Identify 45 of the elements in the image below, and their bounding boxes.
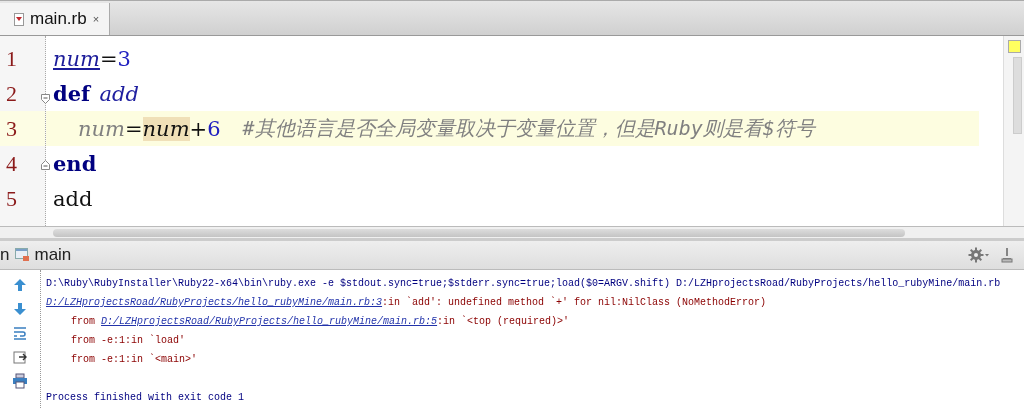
code-text: def xyxy=(53,81,91,106)
console-text: Process finished with exit code 1 xyxy=(46,392,245,403)
scrollbar-thumb[interactable] xyxy=(1012,57,1022,134)
code-text: = xyxy=(99,46,118,71)
line-number: 1 xyxy=(5,44,18,73)
console-text: :in `<top (required)>' xyxy=(437,316,570,327)
file-link[interactable]: D:/LZHprojectsRoad/RubyProjects/hello_rubyMine/main.rb:3 xyxy=(46,297,383,308)
file-tab[interactable]: main.rb × xyxy=(0,3,111,35)
scrollbar-thumb[interactable] xyxy=(53,228,905,237)
console-text: from -e:1:in `<main>' xyxy=(71,354,198,365)
code-text: 3 xyxy=(117,46,131,71)
close-icon[interactable]: × xyxy=(92,13,100,25)
fold-icon[interactable] xyxy=(41,160,50,170)
code-text: = xyxy=(124,116,143,141)
run-config-label[interactable]: main xyxy=(34,245,72,265)
window-icon xyxy=(15,248,31,262)
fold-icon[interactable] xyxy=(41,94,50,104)
line-number: 3 xyxy=(0,111,45,146)
code-text: num xyxy=(78,116,125,141)
line-number: 4 xyxy=(5,149,18,178)
code-text: + xyxy=(189,116,208,141)
code-text: num xyxy=(53,46,100,71)
console-text: from xyxy=(71,316,96,327)
panel-title: n xyxy=(0,245,10,265)
up-arrow-icon[interactable] xyxy=(12,277,28,293)
console-text: D:\Ruby\RubyInstaller\Ruby22-x64\bin\ruby.exe -e $stdout.sync=true;$stderr.sync=true;load($0=ARGV.shift) D:/LZHprojectsRoad/RubyProjects/hello_rubyMine/main.rb xyxy=(46,278,1001,289)
line-number: 2 xyxy=(5,79,18,108)
code-text: add xyxy=(53,186,93,211)
line-number: 5 xyxy=(5,184,18,213)
code-text: end xyxy=(53,151,97,176)
file-link[interactable]: D:/LZHprojectsRoad/RubyProjects/hello_rubyMine/main.rb:5 xyxy=(101,316,438,327)
code-comment: #其他语言是否全局变量取决于变量位置，但是Ruby则是看$符号 xyxy=(242,115,815,142)
ruby-file-icon xyxy=(14,12,24,26)
export-icon[interactable] xyxy=(12,349,28,365)
code-text: num xyxy=(142,116,190,141)
hide-panel-icon[interactable] xyxy=(1000,247,1014,263)
wrap-icon[interactable] xyxy=(12,325,28,341)
settings-icon[interactable] xyxy=(968,247,990,263)
code-text: 6 xyxy=(207,116,221,141)
console-text: :in `add': undefined method `+' for nil:NilClass (NoMethodError) xyxy=(382,297,767,308)
down-arrow-icon[interactable] xyxy=(12,301,28,317)
code-text: add xyxy=(99,81,139,106)
print-icon[interactable] xyxy=(12,373,28,389)
console-text: from -e:1:in `load' xyxy=(71,335,186,346)
status-marker[interactable] xyxy=(1007,40,1021,53)
